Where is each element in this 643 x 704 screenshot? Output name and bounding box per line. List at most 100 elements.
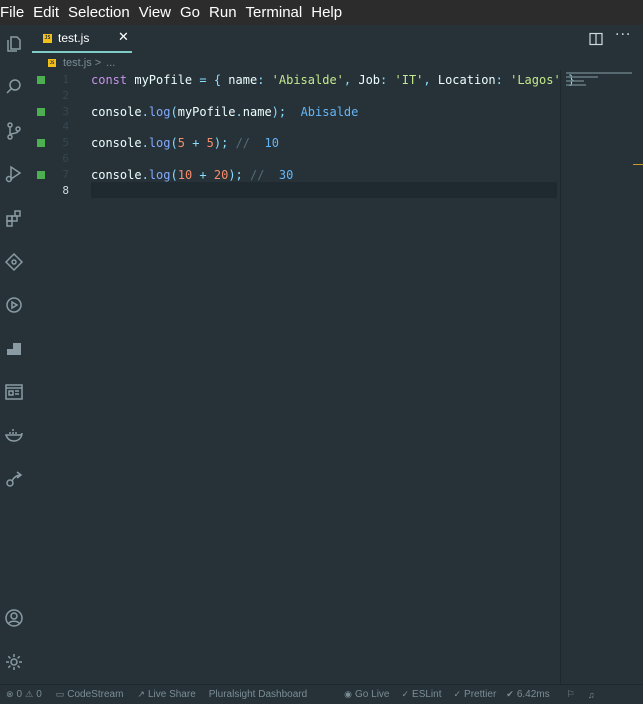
prettier-button[interactable]: ✓ Prettier	[454, 689, 497, 700]
eslint-button[interactable]: ✓ ESLint	[401, 689, 441, 700]
code-token: :	[495, 73, 511, 87]
code-line[interactable]: 7 console.log(10 + 20); // 30	[27, 167, 557, 183]
breadcrumb: JS test.js > ...	[45, 55, 115, 70]
code-text: const myPofile = { name: 'Abisalde', Job…	[91, 72, 575, 88]
code-token: 'Abisalde'	[271, 73, 344, 87]
golive-label: Go Live	[355, 689, 390, 700]
code-line[interactable]: 4	[27, 119, 557, 135]
broadcast-icon: ◉	[344, 689, 353, 699]
search-icon[interactable]	[3, 76, 25, 98]
breadcrumb-file[interactable]: test.js	[63, 57, 92, 69]
javascript-file-icon: JS	[43, 33, 52, 43]
code-token: name	[228, 73, 258, 87]
code-token: 20	[213, 167, 229, 182]
close-icon[interactable]: ✕	[118, 31, 129, 45]
preview-icon[interactable]	[3, 381, 25, 403]
code-token: (	[170, 104, 178, 119]
account-icon[interactable]	[3, 607, 25, 629]
code-token: .	[235, 104, 243, 119]
notifications-icon[interactable]: ♫	[588, 690, 598, 700]
code-token: .	[141, 104, 149, 119]
chevron-right-icon: >	[94, 56, 102, 69]
minimap[interactable]	[560, 70, 643, 684]
codestream-label: CodeStream	[67, 689, 124, 700]
warning-count: 0	[36, 689, 42, 700]
warning-icon: ⚠	[25, 689, 34, 699]
code-line[interactable]: 8	[27, 183, 557, 199]
error-icon: ⊗	[6, 689, 14, 699]
problems-indicator[interactable]: ⊗ 0 ⚠ 0	[6, 689, 42, 700]
live-share-icon: ↗	[137, 689, 145, 699]
gutter-breakpoint-marker[interactable]	[37, 139, 45, 148]
code-token: console	[91, 104, 142, 119]
check-icon: ✔	[506, 689, 514, 699]
bell-icon: ♫	[587, 689, 595, 700]
code-token: .	[141, 167, 149, 182]
code-token: //	[242, 167, 265, 182]
split-editor-icon[interactable]	[589, 31, 603, 46]
codestream-button[interactable]: ▭ CodeStream	[56, 689, 124, 700]
javascript-file-icon: JS	[48, 58, 56, 67]
gutter-breakpoint-marker[interactable]	[37, 76, 45, 84]
code-line[interactable]: 2	[27, 88, 557, 104]
code-token: log	[148, 167, 171, 182]
feedback-icon[interactable]: ⚐	[567, 689, 578, 700]
code-token: log	[148, 136, 171, 151]
extensions-icon[interactable]	[3, 207, 25, 229]
code-token: 'Lagos'	[510, 73, 561, 87]
code-token: :	[380, 73, 395, 87]
timing-indicator[interactable]: ✔ 6.42ms	[506, 689, 549, 700]
pluralsight-icon[interactable]	[3, 337, 25, 359]
minimap-line	[566, 84, 586, 86]
run-debug-icon[interactable]	[3, 163, 25, 185]
live-share-icon[interactable]	[3, 294, 25, 316]
menu-edit[interactable]: Edit	[33, 0, 59, 25]
docker-icon[interactable]	[3, 424, 25, 446]
code-editor[interactable]: 1 const myPofile = { name: 'Abisalde', Jo…	[27, 70, 643, 684]
pluralsight-button[interactable]: Pluralsight Dashboard	[209, 689, 307, 700]
remote-icon[interactable]	[3, 468, 25, 490]
code-token: );	[213, 136, 229, 151]
menu-file[interactable]: File	[0, 0, 24, 25]
files-icon[interactable]	[3, 33, 25, 55]
menu-selection[interactable]: Selection	[68, 0, 130, 25]
code-token: console	[91, 167, 142, 182]
menu-view[interactable]: View	[139, 0, 171, 25]
code-line[interactable]: 3 console.log(myPofile.name); Abisalde	[27, 104, 557, 120]
code-line[interactable]: 1 const myPofile = { name: 'Abisalde', Jo…	[27, 72, 575, 88]
menu-help[interactable]: Help	[311, 0, 342, 25]
line-number: 4	[62, 120, 69, 134]
tab-test-js[interactable]: JS test.js ✕	[32, 25, 132, 53]
line-number: 7	[62, 167, 69, 181]
tab-bar: JS test.js ✕ ···	[27, 25, 643, 53]
error-count: 0	[16, 689, 23, 700]
minimap-line	[566, 76, 598, 78]
more-actions-icon[interactable]: ···	[615, 27, 631, 43]
breadcrumb-symbol[interactable]: ...	[106, 57, 115, 69]
code-token: 5	[206, 136, 214, 151]
code-token: +	[184, 136, 207, 151]
line-number: 3	[62, 104, 69, 118]
liveshare-label: Live Share	[147, 689, 196, 700]
code-token: console	[91, 136, 142, 151]
source-control-icon[interactable]	[3, 120, 25, 142]
code-token: 'IT'	[394, 73, 424, 87]
menu-terminal[interactable]: Terminal	[246, 0, 303, 25]
minimap-line	[566, 72, 632, 74]
code-line[interactable]: 5 console.log(5 + 5); // 10	[27, 135, 557, 151]
settings-gear-icon[interactable]	[3, 651, 25, 673]
golive-button[interactable]: ◉ Go Live	[344, 689, 389, 700]
menu-go[interactable]: Go	[180, 0, 200, 25]
code-token: :	[257, 73, 272, 87]
code-line[interactable]: 6	[27, 151, 557, 167]
code-token: myPofile	[177, 104, 236, 119]
gutter-breakpoint-marker[interactable]	[37, 170, 45, 179]
gutter-breakpoint-marker[interactable]	[37, 107, 45, 116]
menu-run[interactable]: Run	[209, 0, 237, 25]
code-text: console.log(10 + 20); // 30	[91, 167, 293, 183]
line-number: 2	[62, 88, 69, 102]
code-token: {	[206, 73, 229, 87]
liveshare-button[interactable]: ↗ Live Share	[137, 689, 195, 700]
gitlens-icon[interactable]	[3, 251, 25, 273]
code-token: //	[228, 136, 251, 151]
